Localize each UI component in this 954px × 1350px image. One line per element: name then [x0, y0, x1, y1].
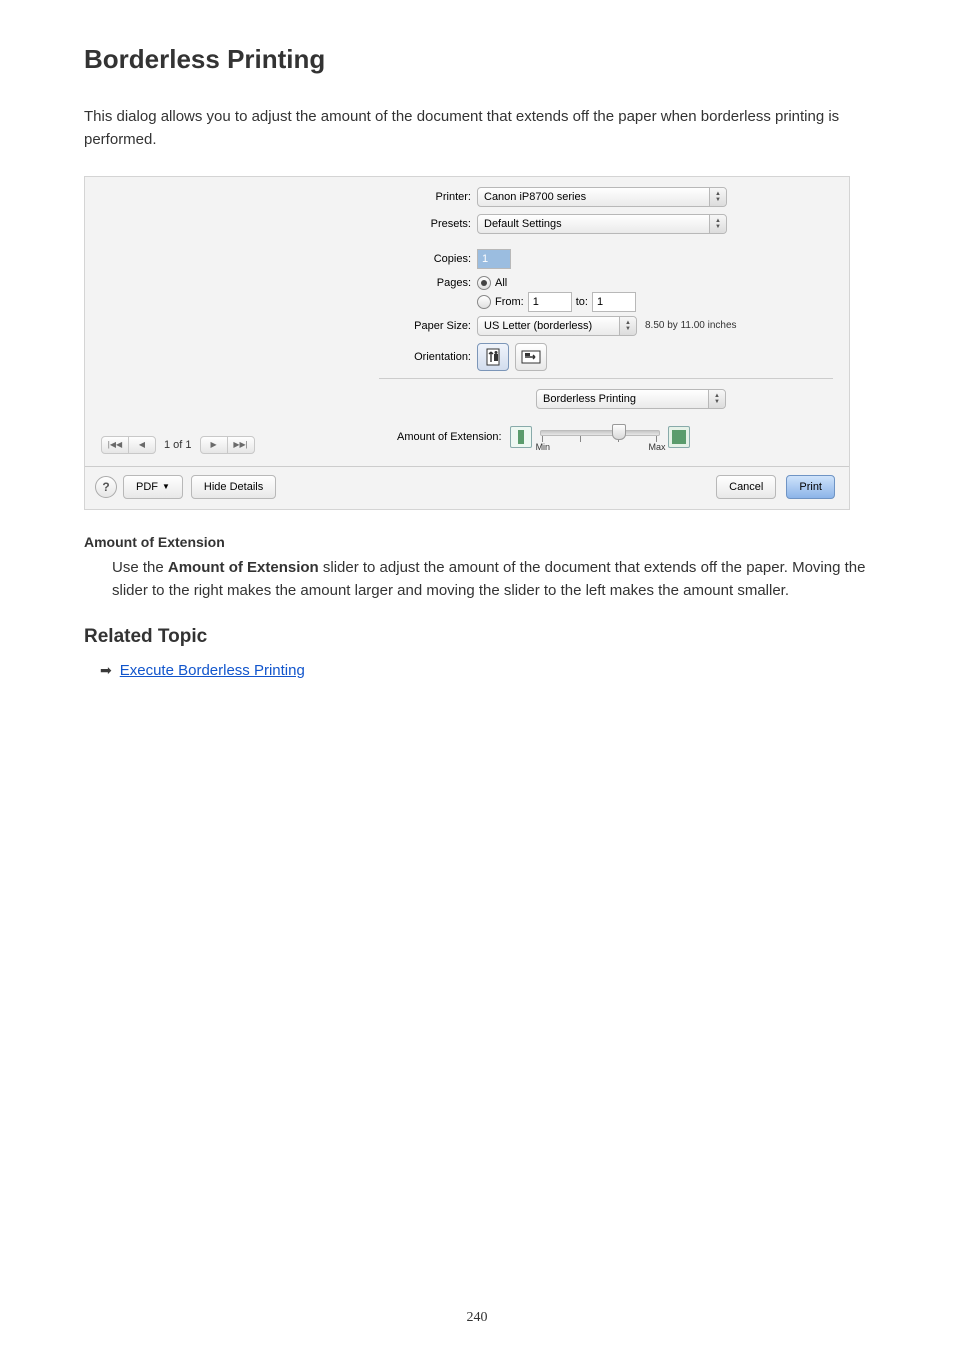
- preview-next-segment[interactable]: ▶ ▶▶|: [200, 436, 255, 454]
- printer-popup[interactable]: Canon iP8700 series ▲▼: [477, 187, 727, 207]
- pages-all-radio[interactable]: [477, 276, 491, 290]
- paper-size-label: Paper Size:: [379, 320, 477, 332]
- stepper-arrows-icon: ▲▼: [619, 317, 636, 335]
- landscape-icon: [521, 349, 541, 365]
- slider-min-label: Min: [536, 442, 551, 452]
- extension-max-icon: [668, 426, 690, 448]
- portrait-icon: [485, 348, 501, 366]
- next-page-icon: ▶: [201, 437, 227, 453]
- intro-text: This dialog allows you to adjust the amo…: [84, 105, 870, 152]
- extension-min-icon: [510, 426, 532, 448]
- copies-input[interactable]: 1: [477, 249, 511, 269]
- arrow-right-icon: ➡: [100, 662, 112, 679]
- orientation-portrait-button[interactable]: [477, 343, 509, 371]
- related-topic-heading: Related Topic: [84, 626, 870, 648]
- prev-page-icon: ◀: [128, 437, 155, 453]
- page-title: Borderless Printing: [84, 44, 870, 75]
- presets-popup[interactable]: Default Settings ▲▼: [477, 214, 727, 234]
- paper-size-popup[interactable]: US Letter (borderless) ▲▼: [477, 316, 637, 336]
- extension-slider[interactable]: Min Max: [540, 424, 660, 450]
- presets-label: Presets:: [379, 218, 477, 230]
- definition-body: Use the Amount of Extension slider to ad…: [112, 556, 870, 603]
- pages-from-label: From:: [495, 296, 524, 308]
- cancel-button[interactable]: Cancel: [716, 475, 776, 499]
- print-button[interactable]: Print: [786, 475, 835, 499]
- copies-label: Copies:: [379, 253, 477, 265]
- first-page-icon: |◀◀: [102, 437, 128, 453]
- pdf-menu-button[interactable]: PDF ▼: [123, 475, 183, 499]
- pages-from-input[interactable]: 1: [528, 292, 572, 312]
- orientation-landscape-button[interactable]: [515, 343, 547, 371]
- help-icon: ?: [102, 480, 109, 494]
- pdf-button-label: PDF: [136, 481, 158, 493]
- slider-max-label: Max: [649, 442, 666, 452]
- page-number: 240: [0, 1310, 954, 1326]
- pages-to-label: to:: [576, 296, 588, 308]
- hide-details-button[interactable]: Hide Details: [191, 475, 276, 499]
- presets-value: Default Settings: [484, 218, 562, 230]
- pages-label: Pages:: [379, 277, 477, 289]
- chevron-down-icon: ▼: [162, 482, 170, 491]
- last-page-icon: ▶▶|: [227, 437, 254, 453]
- preview-prev-segment[interactable]: |◀◀ ◀: [101, 436, 156, 454]
- stepper-arrows-icon: ▲▼: [709, 188, 726, 206]
- page-count-label: 1 of 1: [164, 439, 192, 451]
- printer-value: Canon iP8700 series: [484, 191, 586, 203]
- stepper-arrows-icon: ▲▼: [708, 390, 725, 408]
- section-popup-value: Borderless Printing: [543, 393, 636, 405]
- paper-size-value: US Letter (borderless): [484, 320, 592, 332]
- paper-size-dimensions: 8.50 by 11.00 inches: [645, 320, 737, 331]
- orientation-label: Orientation:: [379, 351, 477, 363]
- pages-to-input[interactable]: 1: [592, 292, 636, 312]
- definition-term: Amount of Extension: [84, 534, 870, 550]
- preview-page-nav: |◀◀ ◀ 1 of 1 ▶ ▶▶|: [101, 436, 357, 454]
- help-button[interactable]: ?: [95, 476, 117, 498]
- printer-label: Printer:: [379, 191, 477, 203]
- stepper-arrows-icon: ▲▼: [709, 215, 726, 233]
- pages-all-label: All: [495, 277, 507, 289]
- pages-range-radio[interactable]: [477, 295, 491, 309]
- extension-label: Amount of Extension:: [397, 431, 502, 443]
- section-popup[interactable]: Borderless Printing ▲▼: [536, 389, 726, 409]
- preview-pane: |◀◀ ◀ 1 of 1 ▶ ▶▶|: [101, 187, 357, 462]
- related-topic-link[interactable]: Execute Borderless Printing: [120, 662, 305, 679]
- print-dialog: |◀◀ ◀ 1 of 1 ▶ ▶▶| Printer: Canon iP8700…: [84, 176, 850, 510]
